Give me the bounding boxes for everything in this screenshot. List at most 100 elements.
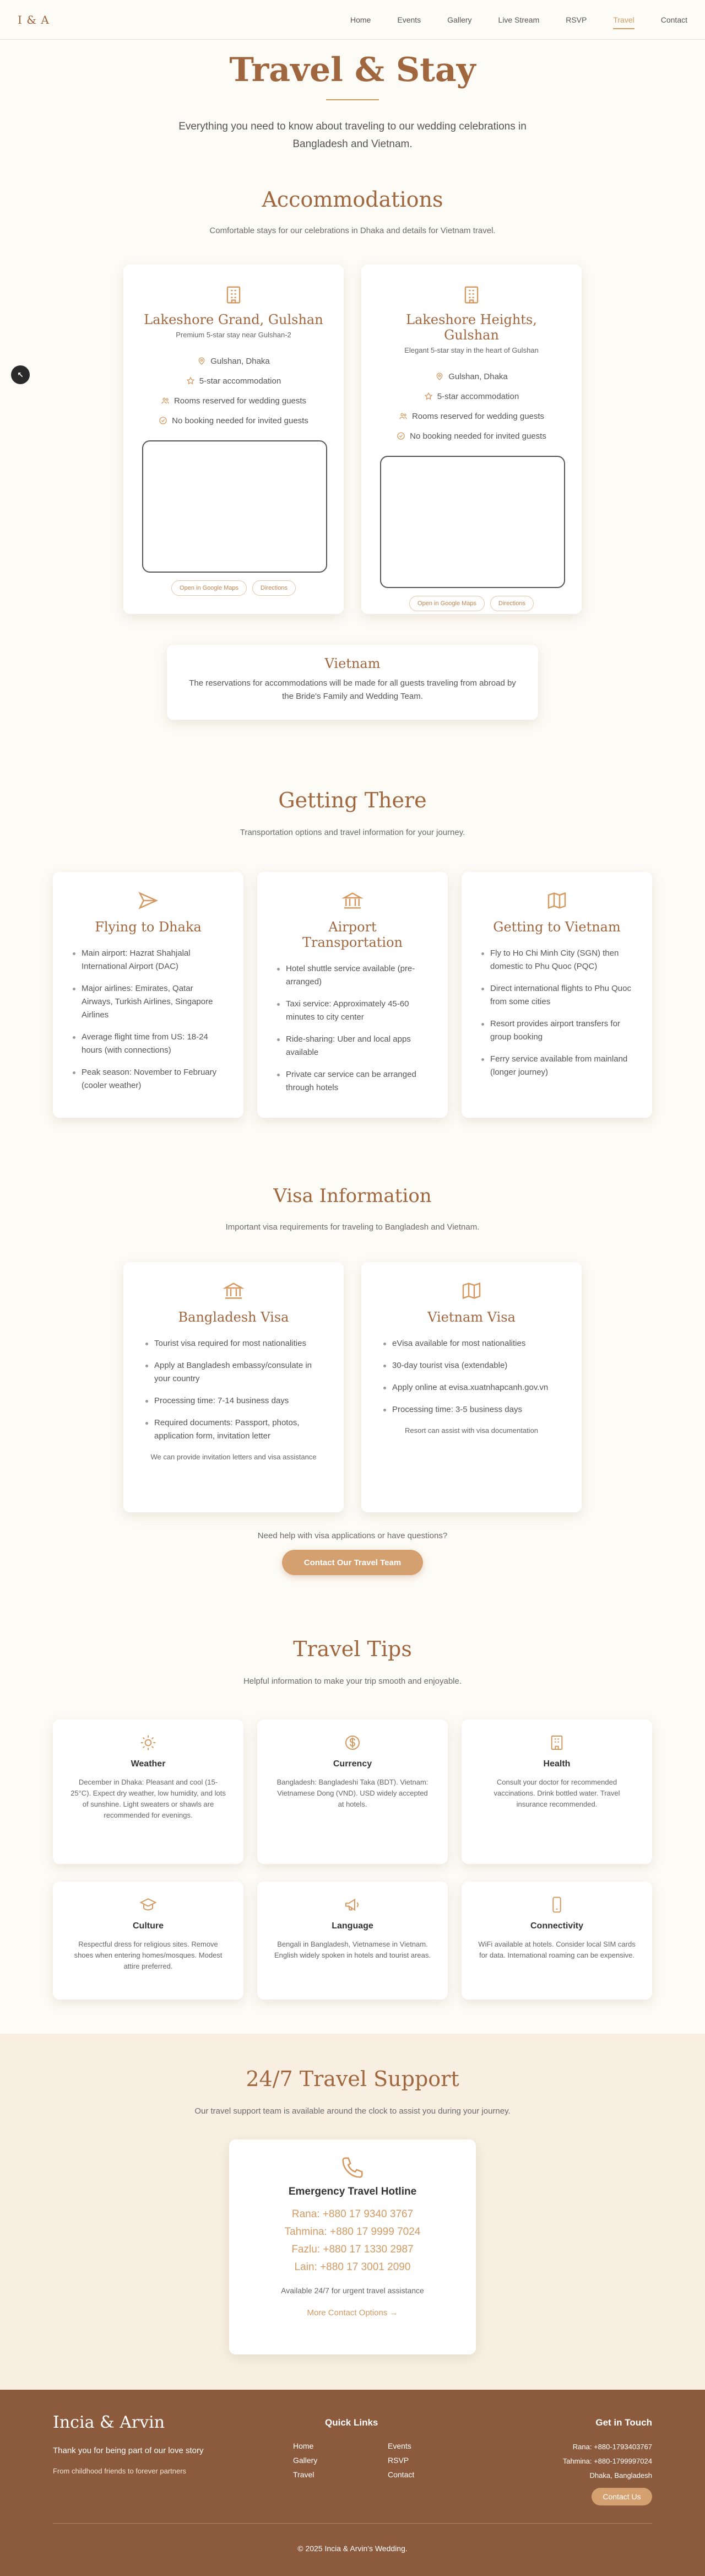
hotline-tahmina[interactable]: Tahmina: +880 17 9999 7024 — [246, 2223, 459, 2241]
visa-note: Resort can assist with visa documentatio… — [404, 1426, 539, 1435]
support-title: 24/7 Travel Support — [246, 2067, 459, 2091]
list-item: Ride-sharing: Uber and local apps availa… — [277, 1033, 428, 1059]
vietnam-text: The reservations for accommodations will… — [189, 678, 516, 701]
building-icon — [226, 286, 241, 304]
flying-card: Flying to Dhaka Main airport: Hazrat Sha… — [53, 872, 243, 1118]
smartphone-icon — [552, 1896, 561, 1913]
list-item: 30-day tourist visa (extendable) — [383, 1359, 560, 1372]
map-embed[interactable] — [142, 440, 327, 573]
open-maps-button[interactable]: Open in Google Maps — [409, 596, 485, 611]
bullet-list: Hotel shuttle service available (pre-arr… — [277, 962, 428, 1095]
hospital-icon — [551, 1736, 563, 1750]
list-item: Main airport: Hazrat Shahjalal Internati… — [73, 947, 224, 973]
star-icon — [186, 376, 195, 385]
nav-link-home[interactable]: Home — [350, 12, 371, 28]
bullet-list: Main airport: Hazrat Shahjalal Internati… — [73, 947, 224, 1092]
phone-icon — [342, 2157, 363, 2178]
list-item: eVisa available for most nationalities — [383, 1337, 560, 1350]
footer-contact-button[interactable]: Contact Us — [592, 2488, 652, 2505]
directions-button[interactable]: Directions — [490, 596, 534, 611]
getting-there-subtitle: Transportation options and travel inform… — [240, 828, 465, 837]
nav-link-rsvp[interactable]: RSVP — [566, 12, 587, 28]
hotel-location: Gulshan, Dhaka — [380, 367, 563, 386]
floating-arrow-button[interactable]: ↖ — [11, 365, 30, 384]
nav-link-live-stream[interactable]: Live Stream — [498, 12, 540, 28]
hotline-fazlu[interactable]: Fazlu: +880 17 1330 2987 — [246, 2241, 459, 2259]
title-divider — [326, 99, 379, 100]
list-item: Processing time: 7-14 business days — [145, 1394, 322, 1408]
footer-tagline: Thank you for being part of our love sto… — [53, 2446, 204, 2455]
vietnam-visa-card: Vietnam Visa eVisa available for most na… — [361, 1262, 582, 1512]
bullet-list: Fly to Ho Chi Minh City (SGN) then domes… — [481, 947, 632, 1079]
directions-button[interactable]: Directions — [252, 580, 296, 596]
users-icon — [161, 397, 169, 404]
footer-contact-tahmina[interactable]: Tahmina: +880-1799997024 — [563, 2457, 652, 2465]
bullet-list: eVisa available for most nationalities 3… — [383, 1337, 560, 1416]
bullet-list: Tourist visa required for most nationali… — [145, 1337, 322, 1443]
tip-card-connectivity: Connectivity WiFi available at hotels. C… — [462, 1882, 652, 2000]
map-icon — [547, 892, 566, 909]
hotline-rana[interactable]: Rana: +880 17 9340 3767 — [246, 2206, 459, 2223]
card-title: Bangladesh Visa — [178, 1309, 289, 1325]
tip-text: Bengali in Bangladesh, Vietnamese in Vie… — [274, 1940, 431, 1959]
logo[interactable]: I & A — [18, 13, 50, 26]
hotel-rooms: Rooms reserved for wedding guests — [380, 406, 563, 426]
accommodations-title: Accommodations — [262, 187, 443, 212]
footer-link-home[interactable]: Home — [293, 2442, 313, 2450]
footer-link-gallery[interactable]: Gallery — [293, 2456, 317, 2465]
list-item: Private car service can be arranged thro… — [277, 1068, 428, 1095]
landmark-icon — [341, 892, 364, 909]
footer-link-rsvp[interactable]: RSVP — [388, 2456, 409, 2465]
tip-text: Consult your doctor for recommended vacc… — [494, 1778, 620, 1808]
availability-text: Available 24/7 for urgent travel assista… — [281, 2286, 424, 2295]
nav-link-gallery[interactable]: Gallery — [447, 12, 471, 28]
building-icon — [464, 286, 479, 304]
hotel-name: Lakeshore Grand, Gulshan — [144, 312, 323, 327]
hotel-actions: Open in Google Maps Directions — [380, 596, 563, 611]
users-icon — [399, 413, 407, 419]
dollar-icon — [345, 1736, 360, 1750]
travel-tips-title: Travel Tips — [293, 1637, 412, 1661]
list-item: Hotel shuttle service available (pre-arr… — [277, 962, 428, 989]
sun-icon — [140, 1735, 156, 1750]
check-circle-icon — [397, 432, 405, 440]
map-embed[interactable] — [380, 456, 565, 588]
page-title: Travel & Stay — [229, 51, 476, 89]
contact-travel-team-button[interactable]: Contact Our Travel Team — [282, 1550, 423, 1575]
list-item: Average flight time from US: 18-24 hours… — [73, 1031, 224, 1057]
list-item: Required documents: Passport, photos, ap… — [145, 1416, 322, 1443]
footer-link-events[interactable]: Events — [388, 2442, 411, 2450]
footer-link-travel[interactable]: Travel — [293, 2470, 314, 2479]
quick-links-title: Quick Links — [325, 2417, 378, 2428]
footer-link-contact[interactable]: Contact — [388, 2470, 414, 2479]
list-item: Apply online at evisa.xuatnhapcanh.gov.v… — [383, 1381, 560, 1394]
tip-title: Health — [543, 1759, 571, 1769]
top-nav: I & A Home Events Gallery Live Stream RS… — [0, 0, 705, 40]
hotel-name: Lakeshore Heights, Gulshan — [406, 312, 537, 343]
bangladesh-visa-card: Bangladesh Visa Tourist visa required fo… — [123, 1262, 344, 1512]
visa-help-text: Need help with visa applications or have… — [257, 1531, 448, 1540]
vietnam-accommodation-card: Vietnam The reservations for accommodati… — [167, 645, 538, 720]
tip-text: December in Dhaka: Pleasant and cool (15… — [70, 1778, 226, 1819]
get-in-touch-title: Get in Touch — [595, 2417, 652, 2428]
hotel-booking: No booking needed for invited guests — [380, 426, 563, 446]
hotel-card-1: Lakeshore Grand, Gulshan Premium 5-star … — [123, 265, 344, 614]
list-item: Ferry service available from mainland (l… — [481, 1053, 632, 1079]
nav-link-travel[interactable]: Travel — [613, 12, 635, 29]
nav-link-events[interactable]: Events — [397, 12, 421, 28]
footer-contact-rana[interactable]: Rana: +880-1793403767 — [573, 2443, 652, 2451]
hotel-location: Gulshan, Dhaka — [142, 351, 325, 371]
hotel-card-2: Lakeshore Heights, Gulshan Elegant 5-sta… — [361, 265, 582, 614]
nav-link-contact[interactable]: Contact — [661, 12, 687, 28]
card-title: Flying to Dhaka — [95, 919, 202, 935]
open-maps-button[interactable]: Open in Google Maps — [171, 580, 247, 596]
hotel-rating: 5-star accommodation — [380, 386, 563, 406]
megaphone-icon — [345, 1898, 359, 1911]
tip-title: Currency — [333, 1759, 372, 1769]
list-item: Tourist visa required for most nationali… — [145, 1337, 322, 1350]
vietnam-title: Vietnam — [324, 656, 381, 671]
list-item: Processing time: 3-5 business days — [383, 1403, 560, 1416]
more-contact-link[interactable]: More Contact Options → — [246, 2308, 459, 2318]
hotline-lain[interactable]: Lain: +880 17 3001 2090 — [246, 2259, 459, 2276]
travel-tips-subtitle: Helpful information to make your trip sm… — [243, 1677, 462, 1686]
